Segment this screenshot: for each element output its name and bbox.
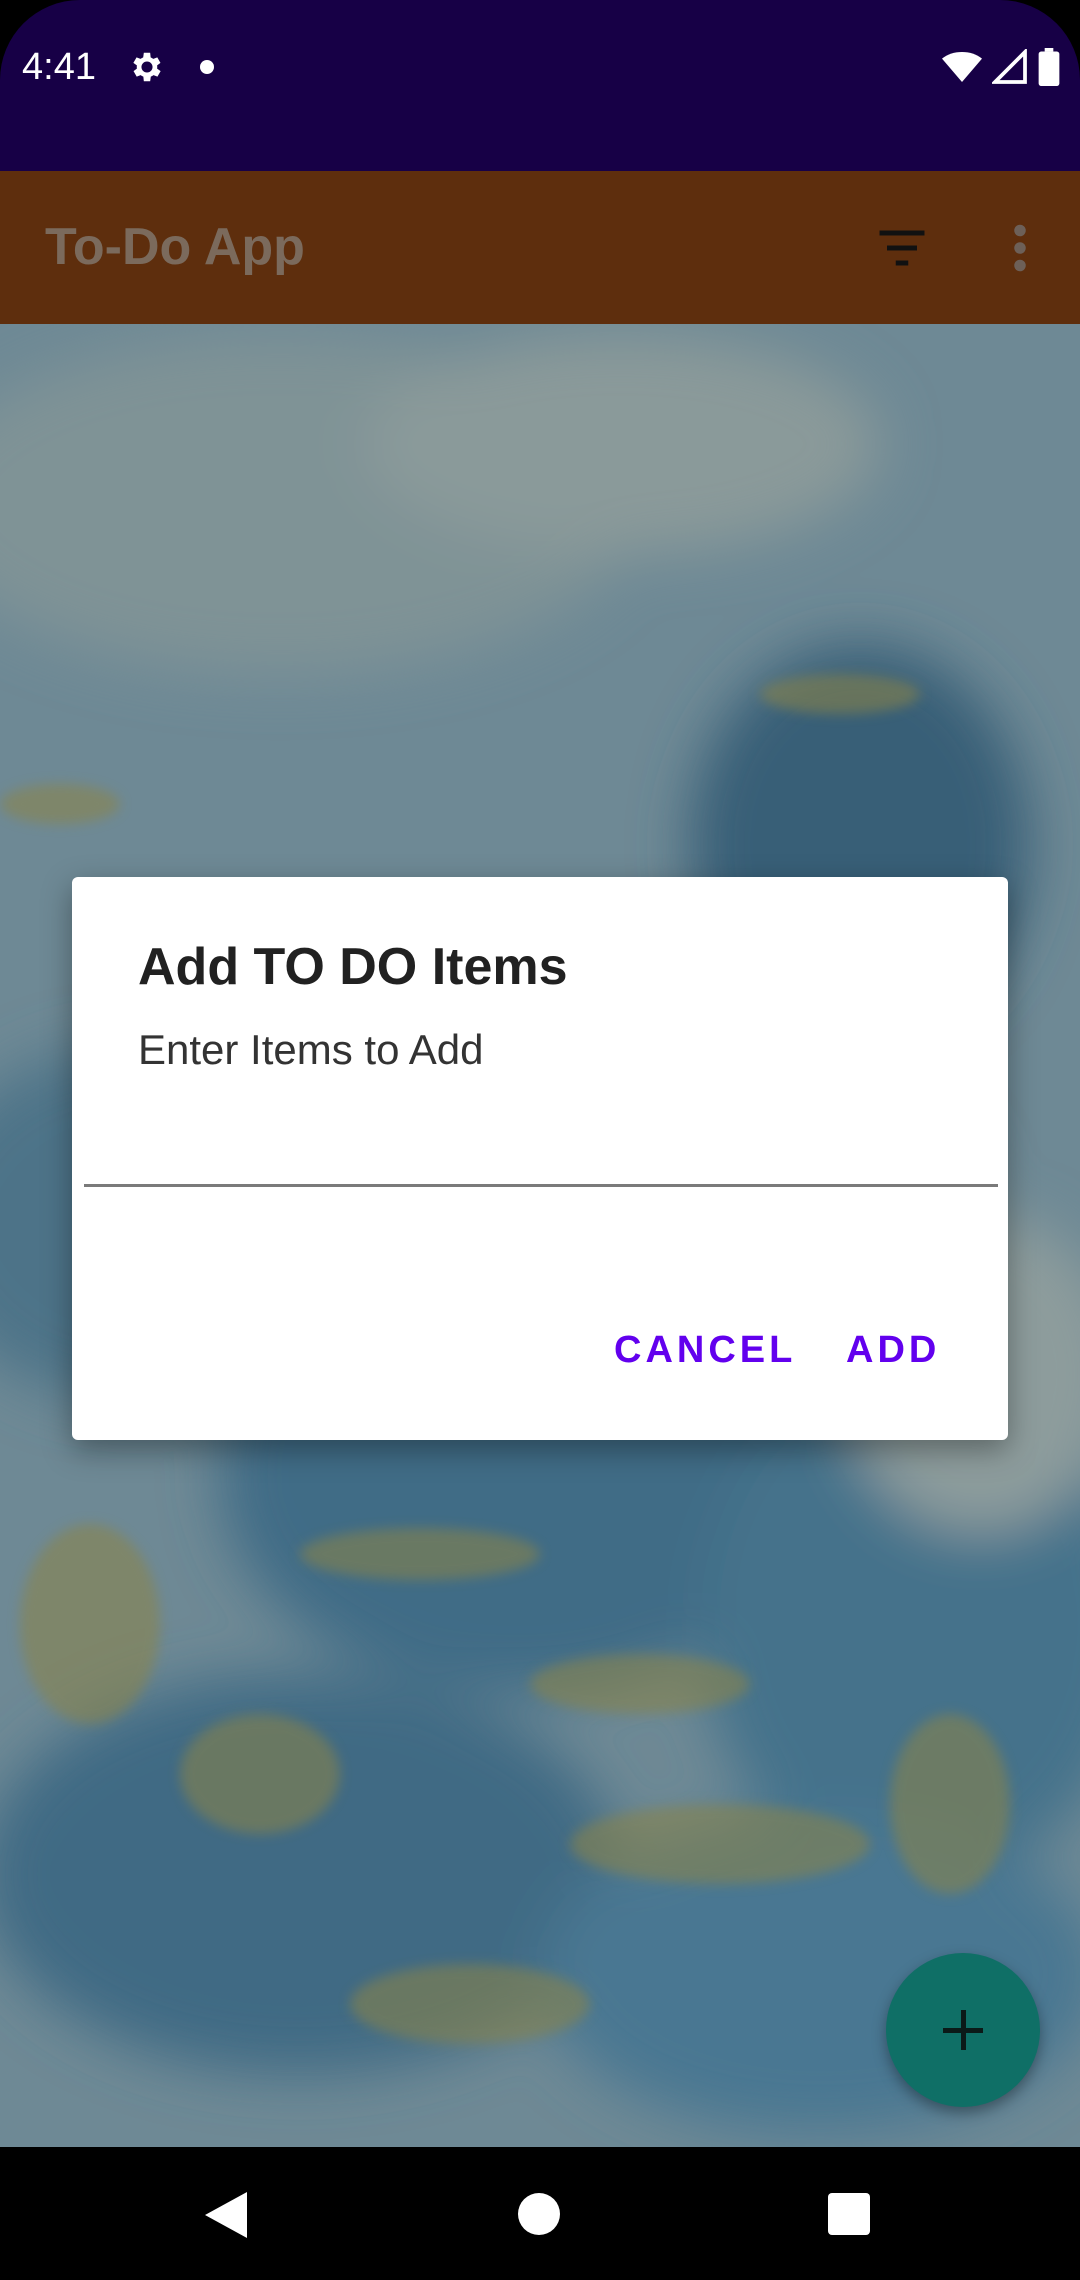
home-icon[interactable] bbox=[518, 2193, 560, 2235]
wifi-icon bbox=[942, 52, 982, 82]
add-item-dialog: Add TO DO Items Enter Items to Add CANCE… bbox=[72, 877, 1008, 1440]
status-right-icons bbox=[942, 46, 1060, 88]
app-bar: To-Do App bbox=[0, 171, 1080, 324]
status-time: 4:41 bbox=[22, 46, 96, 88]
app-title: To-Do App bbox=[45, 218, 305, 276]
more-vert-icon[interactable] bbox=[990, 218, 1050, 278]
dialog-message: Enter Items to Add bbox=[138, 1026, 484, 1073]
cancel-button[interactable]: CANCEL bbox=[614, 1327, 796, 1373]
signal-icon bbox=[992, 49, 1027, 84]
back-icon[interactable] bbox=[205, 2192, 249, 2238]
status-bar: 4:41 bbox=[0, 0, 1080, 171]
recents-icon[interactable] bbox=[828, 2193, 870, 2235]
item-input[interactable] bbox=[84, 1087, 998, 1187]
dialog-title: Add TO DO Items bbox=[138, 938, 568, 996]
add-button[interactable]: ADD bbox=[846, 1327, 940, 1373]
battery-icon bbox=[1038, 48, 1060, 86]
plus-icon-vertical bbox=[961, 2010, 966, 2050]
add-fab[interactable] bbox=[886, 1953, 1040, 2107]
notification-dot-icon bbox=[200, 60, 214, 74]
gear-icon bbox=[133, 52, 161, 82]
phone-screen: 4:41 To-Do App Add TO DO Items Enter Ite… bbox=[0, 0, 1080, 2280]
navigation-bar bbox=[0, 2147, 1080, 2280]
filter-icon[interactable] bbox=[872, 218, 932, 278]
